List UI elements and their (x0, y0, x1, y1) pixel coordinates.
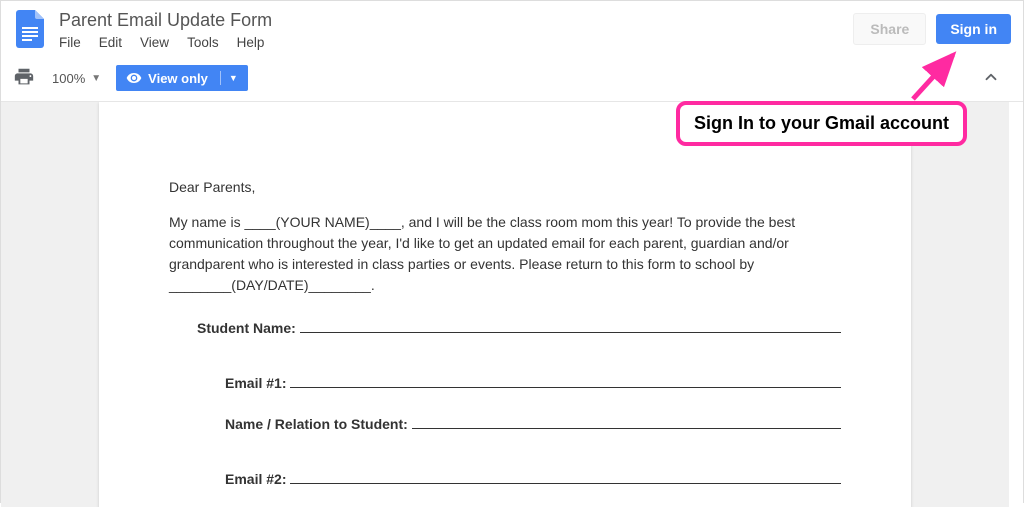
zoom-dropdown[interactable]: 100% ▼ (52, 71, 101, 86)
view-only-button[interactable]: View only ▼ (116, 65, 248, 91)
field-label: Name / Relation to Student: (225, 414, 408, 435)
menu-tools[interactable]: Tools (187, 35, 219, 50)
zoom-value: 100% (52, 71, 85, 86)
body-text: My name is ____(YOUR NAME)____, and I wi… (169, 212, 841, 296)
document-workspace: Dear Parents, My name is ____(YOUR NAME)… (1, 102, 1023, 507)
menu-edit[interactable]: Edit (99, 35, 122, 50)
collapse-toolbar-button[interactable] (979, 65, 1003, 89)
menu-help[interactable]: Help (237, 35, 265, 50)
field-label: Student Name: (197, 318, 296, 339)
blank-line (290, 373, 841, 388)
app-header: Parent Email Update Form File Edit View … (1, 1, 1023, 59)
blank-line (412, 414, 841, 429)
view-only-label: View only (148, 71, 208, 86)
blank-line (300, 318, 841, 333)
document-page[interactable]: Dear Parents, My name is ____(YOUR NAME)… (99, 102, 911, 507)
greeting-text: Dear Parents, (169, 177, 841, 198)
share-button[interactable]: Share (853, 13, 926, 45)
menu-file[interactable]: File (59, 35, 81, 50)
signin-button[interactable]: Sign in (936, 14, 1011, 44)
annotation-text: Sign In to your Gmail account (694, 113, 949, 133)
document-title[interactable]: Parent Email Update Form (59, 7, 853, 31)
chevron-up-icon (982, 68, 1000, 86)
toolbar: 100% ▼ View only ▼ (1, 59, 1023, 102)
field-student-name: Student Name: (197, 318, 841, 339)
blank-line (290, 469, 841, 484)
docs-logo-icon[interactable] (13, 7, 47, 51)
print-icon[interactable] (13, 66, 37, 90)
field-email-1: Email #1: (225, 373, 841, 394)
annotation-callout: Sign In to your Gmail account (676, 101, 967, 146)
caret-down-icon: ▼ (91, 73, 101, 84)
field-relation-1: Name / Relation to Student: (225, 414, 841, 435)
field-email-2: Email #2: (225, 469, 841, 490)
caret-down-icon: ▼ (229, 73, 238, 83)
eye-icon (126, 70, 142, 86)
menu-view[interactable]: View (140, 35, 169, 50)
menu-bar: File Edit View Tools Help (59, 31, 853, 50)
field-label: Email #2: (225, 469, 286, 490)
scrollbar-thumb[interactable] (1012, 106, 1021, 156)
field-label: Email #1: (225, 373, 286, 394)
